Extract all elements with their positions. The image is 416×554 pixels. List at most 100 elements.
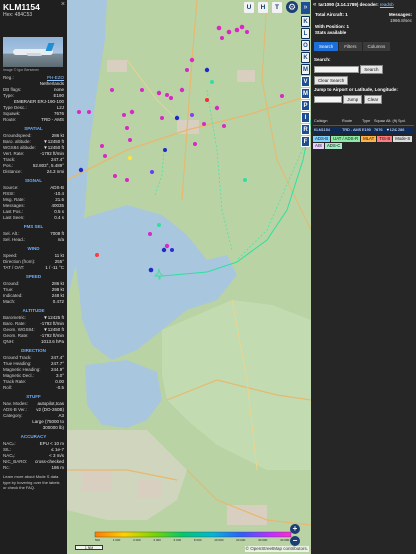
source-badge: MLAT xyxy=(361,136,377,142)
map-toggle-button[interactable]: K xyxy=(301,16,310,27)
scale-bar: 1 NM xyxy=(75,545,103,550)
map-toggle-button[interactable]: P xyxy=(301,100,310,111)
zoom-in-button[interactable]: + xyxy=(290,524,300,534)
decoder-link[interactable]: readsb xyxy=(380,2,394,7)
hex-code: Hex: 484C53 xyxy=(3,12,33,18)
clear-jump-button[interactable]: Clear xyxy=(363,95,383,104)
section-title: SPEED xyxy=(25,274,42,279)
altitude-legend-bar xyxy=(94,531,292,538)
total-aircraft-label: Total Aircraft: xyxy=(315,12,345,17)
column-header[interactable]: Squawk xyxy=(373,118,385,124)
map-canvas[interactable] xyxy=(67,0,311,554)
map-toggle-button[interactable]: M xyxy=(301,88,310,99)
stats-available-link[interactable]: Stats available xyxy=(315,30,412,36)
source-badge: UAT / ADS-R xyxy=(331,136,361,142)
info-row: Route: TRD - AMS xyxy=(0,117,67,123)
info-label: Sel. Head.: xyxy=(3,237,26,242)
source-badge: Mode-S xyxy=(393,136,413,142)
info-row: TAT / OAT: 1 / -11 °C xyxy=(0,265,67,271)
collapse-arrow-icon[interactable]: « xyxy=(313,2,316,8)
info-value: 300000 lb) xyxy=(42,425,64,430)
settings-gear-icon[interactable]: ⚙ xyxy=(286,1,298,13)
aircraft-info-panel: KLM1154 Hex: 484C53 × Image © Igor Berse… xyxy=(0,0,67,554)
section-title: ALTITUDE xyxy=(22,308,45,313)
map-toggle-button[interactable]: O xyxy=(301,40,310,51)
toggle-h-button[interactable]: H xyxy=(258,2,268,13)
table-cell: 286 xyxy=(398,128,405,132)
jump-input[interactable] xyxy=(314,96,342,103)
panel-header: « tar1090 (3.14.1789) decoder: readsb xyxy=(311,0,416,10)
total-aircraft-value: 1 xyxy=(345,12,348,17)
info-row: Mach: 0.472 xyxy=(0,299,67,305)
stats-block: Total Aircraft: 1 Messages: 1966.8/sec W… xyxy=(311,10,416,38)
map-toggle-button[interactable]: L xyxy=(301,28,310,39)
column-header[interactable]: Spd. (kt) xyxy=(397,118,407,124)
jump-button[interactable]: Jump xyxy=(343,95,363,104)
info-label: QNH: xyxy=(3,339,15,344)
info-row: Distance: 24.3 nmi xyxy=(0,169,67,175)
jump-label: Jump to Airport or Latitude, Longitude: xyxy=(314,87,398,92)
callsign: KLM1154 xyxy=(3,2,40,12)
map-toggle-button[interactable]: I xyxy=(301,112,310,123)
version-info: tar1090 (3.14.1789) decoder: readsb xyxy=(318,2,393,8)
legend-tick-label: 10 000 xyxy=(214,538,224,542)
info-value: -0.5 xyxy=(56,385,64,390)
source-badge: AIS xyxy=(313,143,324,149)
section-title: WIND xyxy=(27,246,40,251)
info-label: TAT / OAT: xyxy=(3,265,25,270)
basic-info-list: Reg.: PH-EZO Netherlands DB flags: none Type:… xyxy=(0,75,67,123)
info-row: Sel. Head.: n/a xyxy=(0,237,67,243)
info-value: 0.472 xyxy=(52,299,64,304)
map-toggle-button[interactable]: K xyxy=(301,52,310,63)
clear-search-button[interactable]: Clear Search xyxy=(314,76,349,85)
legend-tick-label: 30 000 xyxy=(258,538,268,542)
map-toggle-button[interactable]: M xyxy=(301,64,310,75)
search-input[interactable] xyxy=(314,66,359,73)
zoom-out-button[interactable]: − xyxy=(290,536,300,546)
table-row[interactable]: KLM1154 TRD - AMSE1907676▼12425286 xyxy=(313,127,414,133)
tab-filters[interactable]: Filters xyxy=(339,42,362,51)
column-header[interactable]: Route xyxy=(341,118,361,124)
legend-tick-label: 1 000 xyxy=(112,538,121,542)
section-title: FMS SEL xyxy=(23,224,44,229)
map-attribution[interactable]: © OpenStreetMap contributors. xyxy=(244,546,309,552)
info-value: TRD - AMS xyxy=(41,117,64,122)
search-button[interactable]: Search xyxy=(360,65,383,74)
tab-columns[interactable]: Columns xyxy=(362,42,391,51)
table-cell: TRD - AMS xyxy=(342,128,361,132)
info-label: Route: xyxy=(3,117,17,122)
source-badge: ADS-B xyxy=(313,136,331,142)
info-row: Roll: -0.5 xyxy=(0,385,67,391)
total-aircraft: Total Aircraft: 1 xyxy=(315,12,348,18)
column-header[interactable]: Callsign xyxy=(313,118,341,124)
map-toggle-button[interactable]: R xyxy=(301,124,310,135)
tab-search[interactable]: Search xyxy=(314,42,339,51)
aircraft-photo[interactable] xyxy=(3,37,63,67)
column-header[interactable]: Alt. (ft) xyxy=(385,118,397,124)
info-value: 24.3 nmi xyxy=(46,169,64,174)
messages-value: 1966.8/sec xyxy=(389,18,412,23)
toggle-t-button[interactable]: T xyxy=(272,2,282,13)
source-legend: ADS-B UAT / ADS-R MLAT TIS-B Mode-S AIS ADS-C xyxy=(311,133,416,149)
info-label: Last Seen: xyxy=(3,215,25,220)
info-value: 186 m xyxy=(51,465,64,470)
map-toggle-button[interactable]: V xyxy=(301,76,310,87)
section-title: STUFF xyxy=(26,394,41,399)
search-label: Search: xyxy=(314,57,331,62)
section-title: ACCURACY xyxy=(20,434,47,439)
close-icon[interactable]: × xyxy=(61,1,65,8)
info-label: Type: xyxy=(3,93,15,98)
info-sections: SPATIAL Groundspeed: 286 kt Baro. altitude:… xyxy=(0,126,67,471)
toggle-u-button[interactable]: U xyxy=(244,2,254,13)
collapse-sidebar-icon[interactable]: » xyxy=(301,2,310,14)
info-value: 0.4 s xyxy=(54,215,64,220)
info-value: n/a xyxy=(57,237,64,242)
info-label: Rc: xyxy=(3,465,10,470)
column-header[interactable]: Type xyxy=(361,118,373,124)
info-row: 300000 lb) xyxy=(0,425,67,431)
altitude-legend-labels: 500 1 000 2 000 4 000 6 000 8 000 10 000 20 000… xyxy=(95,538,291,543)
map-toggle-button[interactable]: F xyxy=(301,136,310,147)
map-view[interactable]: 500 1 000 2 000 4 000 6 000 8 000 10 000 20 000… xyxy=(67,0,311,554)
info-label: Mach: xyxy=(3,299,16,304)
table-cell: KLM1154 xyxy=(314,128,330,132)
